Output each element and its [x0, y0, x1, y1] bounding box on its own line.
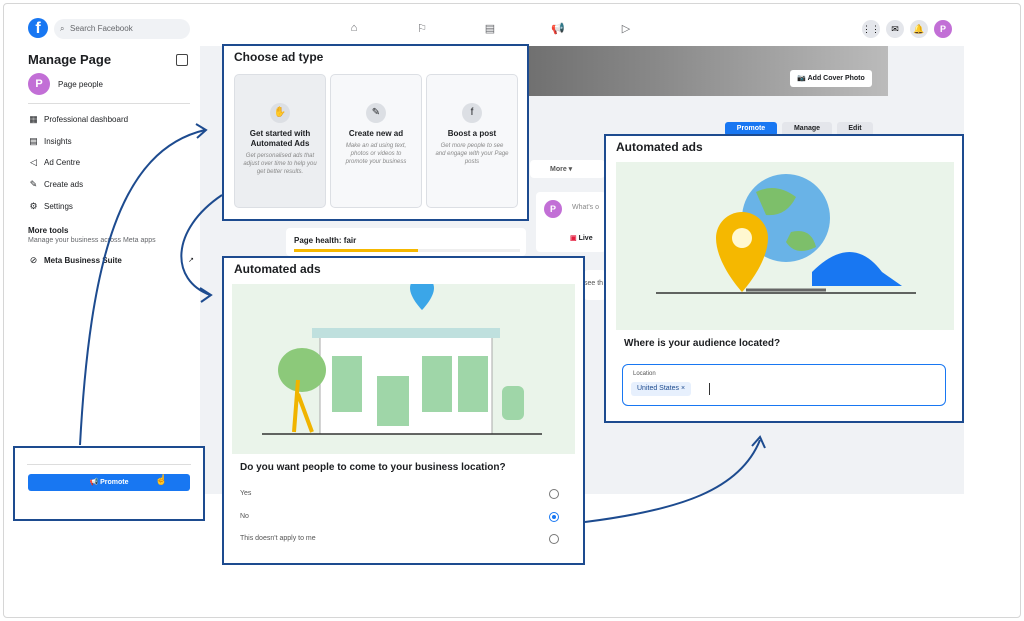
choose-ad-type-title: Choose ad type [234, 50, 324, 64]
option-yes-radio[interactable] [549, 489, 559, 499]
location-chip[interactable]: United States × [631, 382, 692, 396]
automated-ads-audience-panel: Automated ads Where is your audience loc… [604, 134, 964, 423]
tile-description: Get personalised ads that adjust over ti… [243, 153, 317, 175]
audience-question: Where is your audience located? [624, 338, 781, 349]
location-field[interactable]: Location United States × [622, 364, 946, 406]
choose-ad-type-panel: Choose ad type ✋ Get started with Automa… [222, 44, 529, 221]
tile-automated-ads[interactable]: ✋ Get started with Automated Ads Get per… [234, 74, 326, 208]
arrow-to-choose-ad [79, 129, 206, 446]
location-field-label: Location [633, 371, 656, 377]
facebook-icon: f [462, 103, 482, 123]
remove-chip-icon[interactable]: × [681, 385, 685, 392]
option-na-label: This doesn't apply to me [240, 535, 316, 542]
hand-wave-icon: ✋ [270, 103, 290, 123]
option-no-label: No [240, 513, 249, 520]
tile-description: Get more people to see and engage with y… [435, 143, 509, 165]
tile-title: Get started with Automated Ads [249, 129, 311, 148]
tile-title: Boost a post [447, 129, 497, 138]
arrow-to-automated-right [584, 439, 761, 523]
arrowhead [199, 287, 213, 303]
automated-ads-title: Automated ads [616, 140, 703, 154]
option-yes-label: Yes [240, 490, 252, 497]
text-cursor [709, 383, 710, 395]
location-question: Do you want people to come to your busin… [240, 462, 506, 473]
arrow-to-automated-left [180, 194, 223, 296]
tile-title: Create new ad [348, 129, 404, 138]
location-chip-label: United States [637, 385, 680, 392]
option-no-radio[interactable] [549, 512, 559, 522]
automated-ads-location-panel: Automated ads Do you want people to come… [222, 256, 585, 565]
tile-create-new-ad[interactable]: ✎ Create new ad Make an ad using text, p… [330, 74, 422, 208]
automated-ads-title: Automated ads [234, 262, 321, 276]
tile-boost-post[interactable]: f Boost a post Get more people to see an… [426, 74, 518, 208]
option-na-radio[interactable] [549, 534, 559, 544]
storefront-illustration [232, 284, 575, 454]
tile-description: Make an ad using text, photos or videos … [345, 143, 407, 165]
globe-illustration [616, 162, 954, 330]
edit-icon: ✎ [366, 103, 386, 123]
